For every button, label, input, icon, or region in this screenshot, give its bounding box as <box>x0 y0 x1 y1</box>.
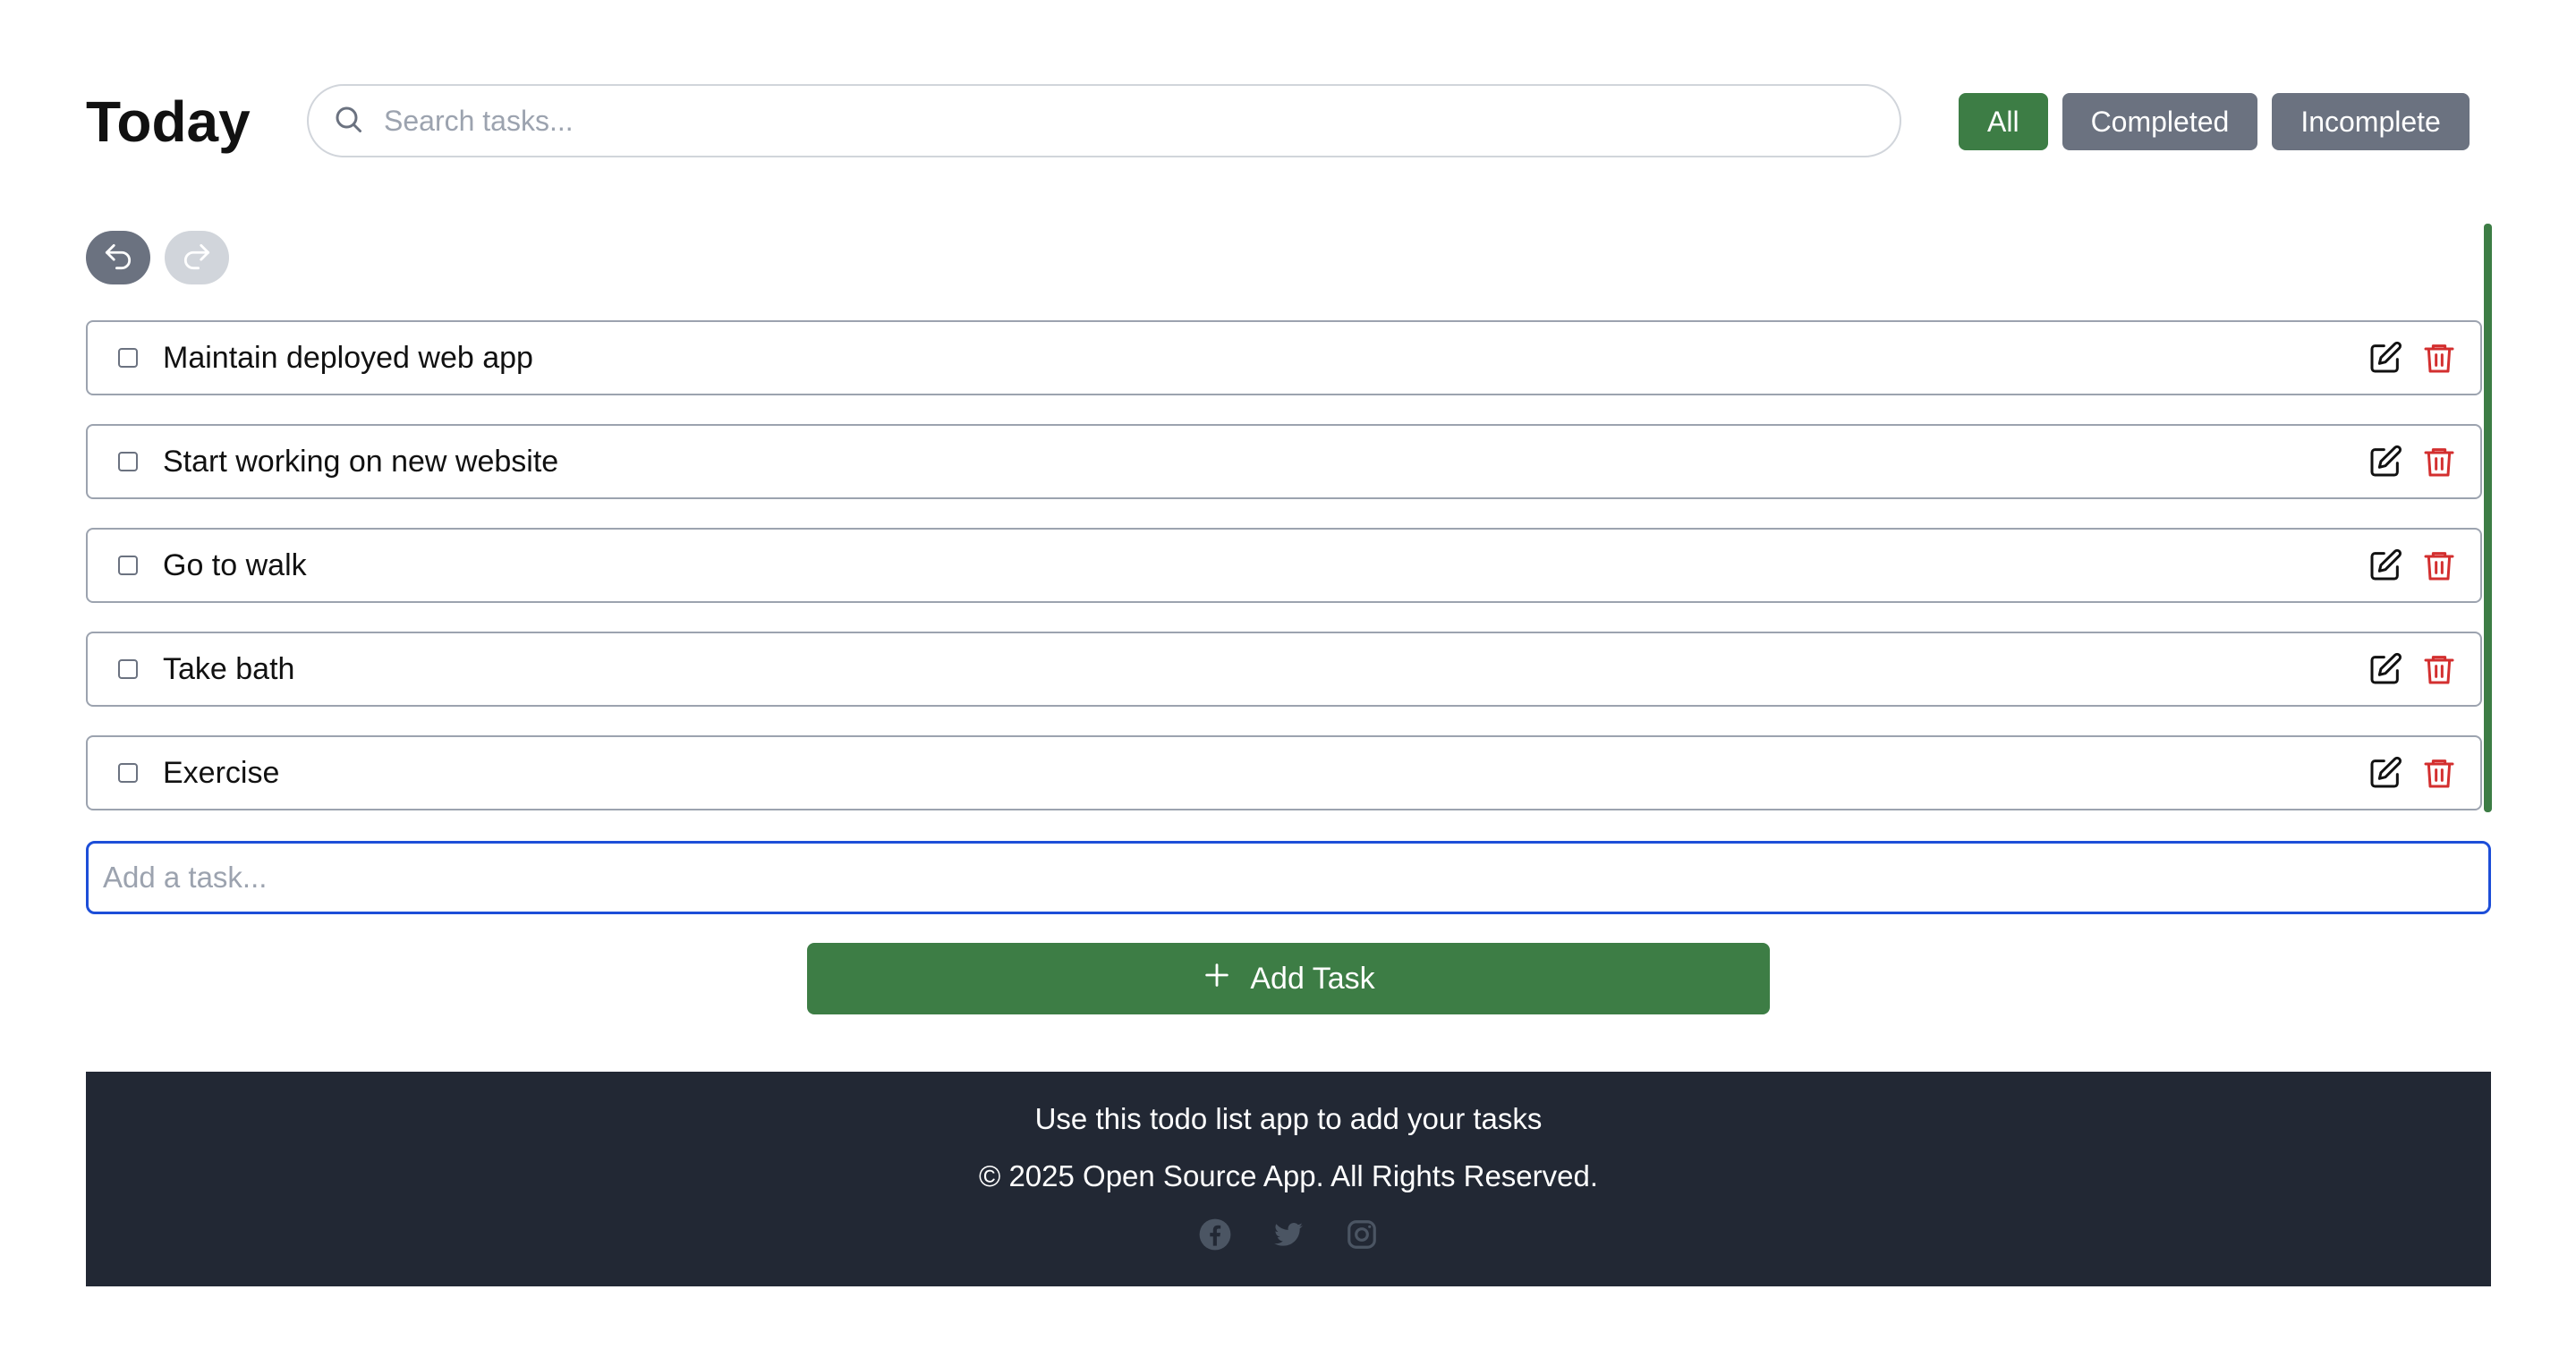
task-checkbox[interactable] <box>118 556 138 575</box>
add-task-input[interactable] <box>86 841 2491 914</box>
task-label: Start working on new website <box>163 444 559 479</box>
trash-icon[interactable] <box>2421 444 2457 479</box>
task-checkbox[interactable] <box>118 348 138 368</box>
search-input[interactable] <box>382 103 1862 139</box>
undo-button[interactable] <box>86 231 150 284</box>
task-item: Go to walk <box>86 528 2482 603</box>
task-list-scrollbar[interactable] <box>2484 224 2492 812</box>
social-links <box>86 1218 2491 1251</box>
task-label: Take bath <box>163 651 295 686</box>
filter-group: All Completed Incomplete <box>1959 93 2470 150</box>
add-task-button-label: Add Task <box>1250 961 1375 996</box>
filter-completed-button[interactable]: Completed <box>2062 93 2258 150</box>
trash-icon[interactable] <box>2421 651 2457 687</box>
instagram-icon[interactable] <box>1345 1218 1379 1251</box>
task-checkbox[interactable] <box>118 659 138 679</box>
edit-icon[interactable] <box>2368 444 2403 479</box>
edit-icon[interactable] <box>2368 547 2403 583</box>
trash-icon[interactable] <box>2421 340 2457 376</box>
task-item: Maintain deployed web app <box>86 320 2482 395</box>
edit-icon[interactable] <box>2368 340 2403 376</box>
edit-icon[interactable] <box>2368 755 2403 791</box>
plus-icon <box>1202 960 1232 998</box>
task-checkbox[interactable] <box>118 763 138 783</box>
task-item: Exercise <box>86 735 2482 810</box>
search-icon <box>332 103 364 140</box>
footer-copyright: © 2025 Open Source App. All Rights Reser… <box>978 1159 1599 1192</box>
edit-icon[interactable] <box>2368 651 2403 687</box>
trash-icon[interactable] <box>2421 547 2457 583</box>
footer: Use this todo list app to add your tasks… <box>86 1072 2491 1286</box>
trash-icon[interactable] <box>2421 755 2457 791</box>
redo-button[interactable] <box>165 231 229 284</box>
task-label: Exercise <box>163 755 280 790</box>
task-label: Go to walk <box>163 547 307 582</box>
page-title: Today <box>86 89 251 154</box>
task-checkbox[interactable] <box>118 452 138 471</box>
task-list: Maintain deployed web app Start working … <box>86 320 2482 839</box>
task-label: Maintain deployed web app <box>163 340 533 375</box>
facebook-icon[interactable] <box>1198 1218 1232 1251</box>
twitter-icon[interactable] <box>1271 1218 1305 1251</box>
undo-icon <box>101 240 135 276</box>
add-task-button[interactable]: Add Task <box>807 943 1770 1014</box>
search-bar[interactable] <box>307 84 1901 157</box>
task-item: Take bath <box>86 632 2482 707</box>
filter-all-button[interactable]: All <box>1959 93 2048 150</box>
footer-tagline: Use this todo list app to add your tasks <box>1034 1102 1543 1135</box>
task-item: Start working on new website <box>86 424 2482 499</box>
filter-incomplete-button[interactable]: Incomplete <box>2272 93 2470 150</box>
redo-icon <box>180 240 214 276</box>
